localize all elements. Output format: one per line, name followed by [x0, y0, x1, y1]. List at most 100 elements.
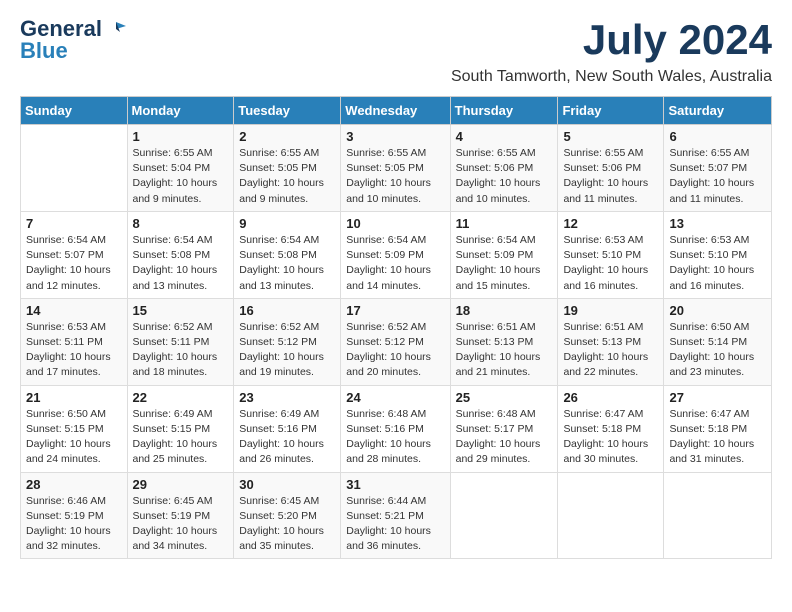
day-number: 3 [346, 129, 444, 144]
calendar-cell: 31 Sunrise: 6:44 AMSunset: 5:21 PMDayligh… [341, 472, 450, 559]
calendar-cell: 3 Sunrise: 6:55 AMSunset: 5:05 PMDaylight… [341, 125, 450, 212]
calendar-cell [450, 472, 558, 559]
logo: General Blue [20, 16, 126, 64]
day-info: Sunrise: 6:54 AMSunset: 5:07 PMDaylight:… [26, 233, 122, 294]
day-info: Sunrise: 6:51 AMSunset: 5:13 PMDaylight:… [563, 320, 658, 381]
day-info: Sunrise: 6:53 AMSunset: 5:11 PMDaylight:… [26, 320, 122, 381]
logo-bird-icon [104, 18, 126, 40]
calendar-cell [21, 125, 128, 212]
header-saturday: Saturday [664, 97, 772, 125]
day-number: 13 [669, 216, 766, 231]
calendar-cell: 26 Sunrise: 6:47 AMSunset: 5:18 PMDayligh… [558, 385, 664, 472]
day-number: 27 [669, 390, 766, 405]
day-info: Sunrise: 6:54 AMSunset: 5:09 PMDaylight:… [346, 233, 444, 294]
day-info: Sunrise: 6:47 AMSunset: 5:18 PMDaylight:… [669, 407, 766, 468]
calendar-cell: 5 Sunrise: 6:55 AMSunset: 5:06 PMDaylight… [558, 125, 664, 212]
day-number: 28 [26, 477, 122, 492]
calendar-cell: 2 Sunrise: 6:55 AMSunset: 5:05 PMDaylight… [234, 125, 341, 212]
calendar-cell: 27 Sunrise: 6:47 AMSunset: 5:18 PMDayligh… [664, 385, 772, 472]
header-thursday: Thursday [450, 97, 558, 125]
day-number: 24 [346, 390, 444, 405]
day-info: Sunrise: 6:45 AMSunset: 5:20 PMDaylight:… [239, 494, 335, 555]
calendar-cell: 1 Sunrise: 6:55 AMSunset: 5:04 PMDaylight… [127, 125, 234, 212]
day-number: 9 [239, 216, 335, 231]
day-number: 16 [239, 303, 335, 318]
calendar-cell: 8 Sunrise: 6:54 AMSunset: 5:08 PMDaylight… [127, 211, 234, 298]
day-info: Sunrise: 6:53 AMSunset: 5:10 PMDaylight:… [669, 233, 766, 294]
day-number: 29 [133, 477, 229, 492]
calendar-cell: 30 Sunrise: 6:45 AMSunset: 5:20 PMDayligh… [234, 472, 341, 559]
calendar-cell: 10 Sunrise: 6:54 AMSunset: 5:09 PMDayligh… [341, 211, 450, 298]
day-info: Sunrise: 6:46 AMSunset: 5:19 PMDaylight:… [26, 494, 122, 555]
day-info: Sunrise: 6:45 AMSunset: 5:19 PMDaylight:… [133, 494, 229, 555]
day-info: Sunrise: 6:52 AMSunset: 5:12 PMDaylight:… [239, 320, 335, 381]
calendar-cell: 23 Sunrise: 6:49 AMSunset: 5:16 PMDayligh… [234, 385, 341, 472]
calendar-cell: 14 Sunrise: 6:53 AMSunset: 5:11 PMDayligh… [21, 298, 128, 385]
day-number: 31 [346, 477, 444, 492]
day-info: Sunrise: 6:54 AMSunset: 5:08 PMDaylight:… [133, 233, 229, 294]
header-sunday: Sunday [21, 97, 128, 125]
day-info: Sunrise: 6:50 AMSunset: 5:14 PMDaylight:… [669, 320, 766, 381]
calendar-table: SundayMondayTuesdayWednesdayThursdayFrid… [20, 96, 772, 559]
day-number: 26 [563, 390, 658, 405]
calendar-cell: 24 Sunrise: 6:48 AMSunset: 5:16 PMDayligh… [341, 385, 450, 472]
day-info: Sunrise: 6:55 AMSunset: 5:05 PMDaylight:… [239, 146, 335, 207]
day-number: 4 [456, 129, 553, 144]
calendar-cell: 12Sunrise: 6:53 AMSunset: 5:10 PMDayligh… [558, 211, 664, 298]
calendar-cell [558, 472, 664, 559]
header-monday: Monday [127, 97, 234, 125]
calendar-cell: 28 Sunrise: 6:46 AMSunset: 5:19 PMDayligh… [21, 472, 128, 559]
calendar-cell: 29 Sunrise: 6:45 AMSunset: 5:19 PMDayligh… [127, 472, 234, 559]
day-info: Sunrise: 6:55 AMSunset: 5:04 PMDaylight:… [133, 146, 229, 207]
calendar-cell: 19 Sunrise: 6:51 AMSunset: 5:13 PMDayligh… [558, 298, 664, 385]
day-info: Sunrise: 6:48 AMSunset: 5:16 PMDaylight:… [346, 407, 444, 468]
day-number: 30 [239, 477, 335, 492]
subtitle: South Tamworth, New South Wales, Austral… [20, 68, 772, 86]
day-info: Sunrise: 6:52 AMSunset: 5:11 PMDaylight:… [133, 320, 229, 381]
day-number: 19 [563, 303, 658, 318]
day-number: 17 [346, 303, 444, 318]
day-info: Sunrise: 6:48 AMSunset: 5:17 PMDaylight:… [456, 407, 553, 468]
day-number: 7 [26, 216, 122, 231]
day-number: 5 [563, 129, 658, 144]
day-info: Sunrise: 6:47 AMSunset: 5:18 PMDaylight:… [563, 407, 658, 468]
calendar-cell: 13 Sunrise: 6:53 AMSunset: 5:10 PMDayligh… [664, 211, 772, 298]
day-number: 20 [669, 303, 766, 318]
day-info: Sunrise: 6:55 AMSunset: 5:05 PMDaylight:… [346, 146, 444, 207]
calendar-cell: 15 Sunrise: 6:52 AMSunset: 5:11 PMDayligh… [127, 298, 234, 385]
day-number: 6 [669, 129, 766, 144]
calendar-cell: 22 Sunrise: 6:49 AMSunset: 5:15 PMDayligh… [127, 385, 234, 472]
day-number: 15 [133, 303, 229, 318]
day-number: 23 [239, 390, 335, 405]
day-info: Sunrise: 6:53 AMSunset: 5:10 PMDaylight:… [563, 233, 658, 294]
day-info: Sunrise: 6:55 AMSunset: 5:07 PMDaylight:… [669, 146, 766, 207]
day-info: Sunrise: 6:50 AMSunset: 5:15 PMDaylight:… [26, 407, 122, 468]
day-number: 2 [239, 129, 335, 144]
day-number: 25 [456, 390, 553, 405]
day-number: 21 [26, 390, 122, 405]
calendar-cell: 16 Sunrise: 6:52 AMSunset: 5:12 PMDayligh… [234, 298, 341, 385]
day-number: 8 [133, 216, 229, 231]
header-friday: Friday [558, 97, 664, 125]
calendar-cell: 11Sunrise: 6:54 AMSunset: 5:09 PMDayligh… [450, 211, 558, 298]
day-info: Sunrise: 6:49 AMSunset: 5:15 PMDaylight:… [133, 407, 229, 468]
calendar-cell: 25 Sunrise: 6:48 AMSunset: 5:17 PMDayligh… [450, 385, 558, 472]
calendar-cell: 7 Sunrise: 6:54 AMSunset: 5:07 PMDaylight… [21, 211, 128, 298]
day-number: 22 [133, 390, 229, 405]
day-number: 18 [456, 303, 553, 318]
day-number: 14 [26, 303, 122, 318]
calendar-cell: 9Sunrise: 6:54 AMSunset: 5:08 PMDaylight… [234, 211, 341, 298]
calendar-cell: 6 Sunrise: 6:55 AMSunset: 5:07 PMDaylight… [664, 125, 772, 212]
logo-blue: Blue [20, 38, 68, 64]
month-title: July 2024 [583, 16, 772, 64]
day-number: 10 [346, 216, 444, 231]
day-info: Sunrise: 6:52 AMSunset: 5:12 PMDaylight:… [346, 320, 444, 381]
day-info: Sunrise: 6:55 AMSunset: 5:06 PMDaylight:… [563, 146, 658, 207]
day-number: 11 [456, 216, 553, 231]
header-wednesday: Wednesday [341, 97, 450, 125]
day-info: Sunrise: 6:44 AMSunset: 5:21 PMDaylight:… [346, 494, 444, 555]
day-info: Sunrise: 6:49 AMSunset: 5:16 PMDaylight:… [239, 407, 335, 468]
day-info: Sunrise: 6:51 AMSunset: 5:13 PMDaylight:… [456, 320, 553, 381]
day-number: 1 [133, 129, 229, 144]
calendar-cell: 21 Sunrise: 6:50 AMSunset: 5:15 PMDayligh… [21, 385, 128, 472]
